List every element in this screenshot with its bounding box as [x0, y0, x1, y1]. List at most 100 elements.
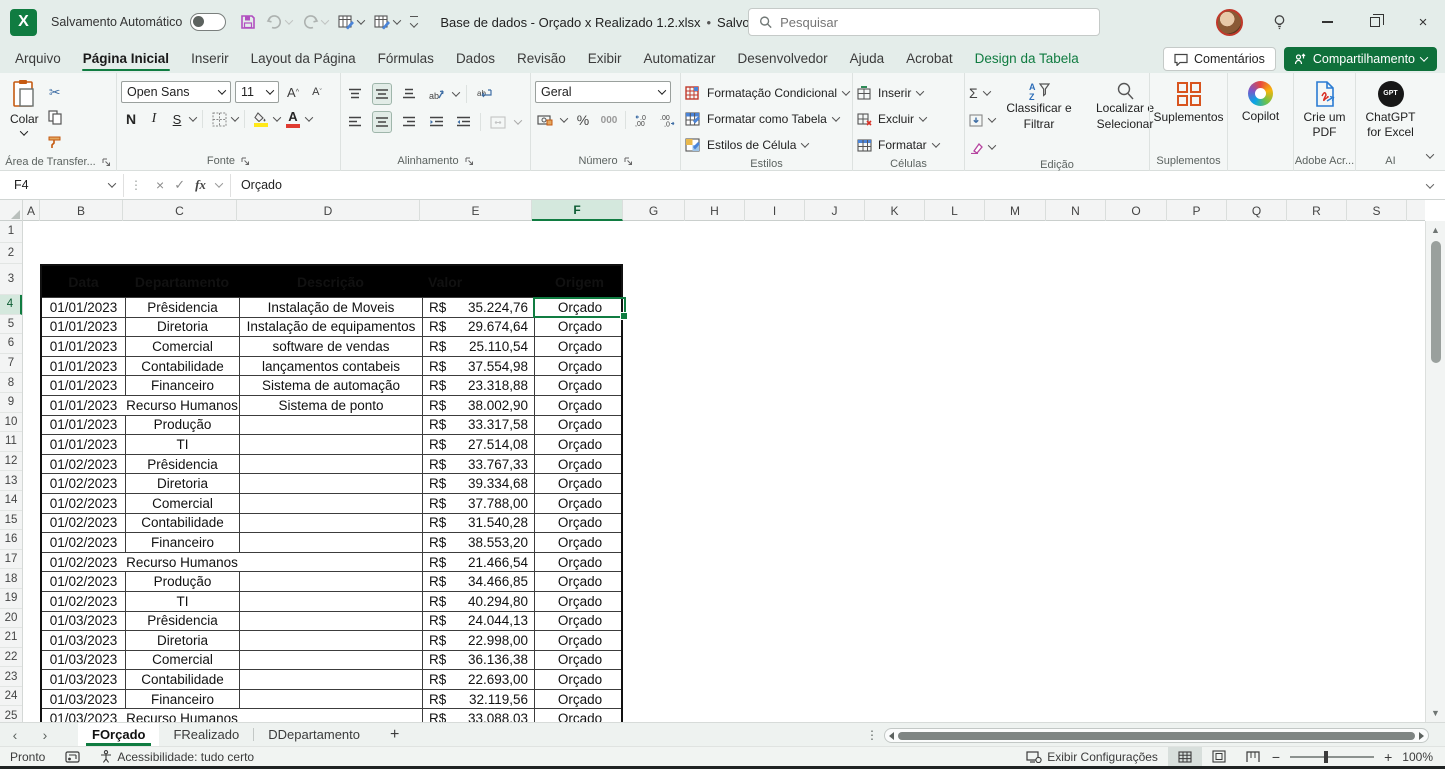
cell-date[interactable]: 01/02/2023: [42, 533, 125, 552]
cell-date[interactable]: 01/02/2023: [42, 514, 125, 533]
column-header-I[interactable]: I: [745, 200, 805, 221]
row-header-25[interactable]: 25: [0, 706, 22, 722]
cell-date[interactable]: 01/01/2023: [42, 435, 125, 454]
cell-date[interactable]: 01/02/2023: [42, 553, 125, 572]
cell-origin[interactable]: Orçado: [534, 357, 625, 376]
cell-description[interactable]: Sistema de automação: [239, 376, 422, 395]
cell-department[interactable]: Contabilidade: [125, 357, 239, 376]
comments-button[interactable]: Comentários: [1163, 47, 1276, 71]
close-button[interactable]: ×: [1401, 0, 1445, 44]
cell-value[interactable]: R$37.788,00: [422, 494, 534, 513]
cells-formatar-button[interactable]: Formatar: [857, 133, 939, 157]
align-center-button[interactable]: [372, 111, 392, 133]
number-format-select[interactable]: Geral: [535, 81, 671, 103]
cell-description[interactable]: [239, 651, 422, 670]
cell-origin[interactable]: Orçado: [534, 494, 625, 513]
cell-department[interactable]: Comercial: [125, 337, 239, 356]
scroll-right-arrow[interactable]: [1419, 732, 1424, 740]
expand-formula-bar-button[interactable]: [1415, 176, 1445, 194]
dialog-launcher-icon[interactable]: [465, 157, 474, 166]
row-header-13[interactable]: 13: [0, 471, 22, 491]
cell-origin[interactable]: Orçado: [534, 337, 625, 356]
table-style-quick-button[interactable]: [338, 14, 364, 30]
insert-function-button[interactable]: fx: [195, 177, 206, 193]
cell-description[interactable]: [239, 690, 422, 709]
row-header-11[interactable]: 11: [0, 432, 22, 452]
orientation-button[interactable]: ab: [426, 83, 446, 105]
cell-value[interactable]: R$27.514,08: [422, 435, 534, 454]
align-bottom-button[interactable]: [399, 83, 419, 105]
align-middle-button[interactable]: [372, 83, 392, 105]
ribbon-tab-arquivo[interactable]: Arquivo: [4, 44, 72, 73]
user-avatar[interactable]: [1216, 9, 1243, 36]
ribbon-tab-inserir[interactable]: Inserir: [180, 44, 240, 73]
underline-button[interactable]: S: [167, 108, 187, 130]
cell-origin[interactable]: Orçado: [534, 651, 625, 670]
column-header-R[interactable]: R: [1287, 200, 1347, 221]
format-painter-button[interactable]: [45, 131, 65, 153]
row-header-3[interactable]: 3: [0, 264, 22, 295]
column-header-S[interactable]: S: [1347, 200, 1407, 221]
column-header-P[interactable]: P: [1167, 200, 1227, 221]
cut-button[interactable]: ✂: [45, 81, 65, 103]
vertical-scrollbar[interactable]: ▲ ▼: [1425, 221, 1445, 722]
row-header-21[interactable]: 21: [0, 628, 22, 648]
bold-button[interactable]: N: [121, 108, 141, 130]
ribbon-tab-página-inicial[interactable]: Página Inicial: [72, 44, 180, 73]
ribbon-tab-acrobat[interactable]: Acrobat: [895, 44, 964, 73]
ribbon-tab-layout-da-página[interactable]: Layout da Página: [240, 44, 367, 73]
cell-department[interactable]: Diretoria: [125, 318, 239, 337]
cell-description[interactable]: [239, 612, 422, 631]
excel-app-icon[interactable]: X: [10, 9, 37, 36]
chevron-down-icon[interactable]: [560, 114, 568, 122]
next-sheet-arrow[interactable]: ›: [30, 727, 60, 743]
cell-origin[interactable]: Orçado: [534, 416, 625, 435]
row-header-17[interactable]: 17: [0, 550, 22, 570]
cell-origin[interactable]: Orçado: [534, 455, 625, 474]
chevron-down-icon[interactable]: [273, 113, 281, 121]
cell-origin[interactable]: Orçado: [534, 376, 625, 395]
cell-department[interactable]: TI: [125, 592, 239, 611]
enter-button[interactable]: ✓: [174, 177, 185, 193]
cell-origin[interactable]: Orçado: [534, 514, 625, 533]
row-header-23[interactable]: 23: [0, 667, 22, 687]
styles-estilos-de-célula-button[interactable]: Estilos de Célula: [685, 133, 808, 157]
formula-input[interactable]: [231, 178, 1415, 192]
fill-button[interactable]: [969, 108, 995, 132]
row-header-4[interactable]: 4: [0, 295, 22, 315]
row-header-9[interactable]: 9: [0, 393, 22, 413]
cell-origin[interactable]: Orçado: [534, 592, 625, 611]
namebox-splitter[interactable]: ⋮: [124, 178, 148, 192]
cell-department[interactable]: Recurso Humanos: [125, 553, 239, 572]
cell-department[interactable]: Prêsidencia: [125, 298, 239, 317]
restore-button[interactable]: [1353, 0, 1397, 44]
cell-value[interactable]: R$22.693,00: [422, 670, 534, 689]
sheet-tab-frealizado[interactable]: FRealizado: [159, 723, 253, 747]
row-header-12[interactable]: 12: [0, 452, 22, 472]
cell-date[interactable]: 01/02/2023: [42, 455, 125, 474]
cell-department[interactable]: Produção: [125, 416, 239, 435]
cell-origin[interactable]: Orçado: [534, 572, 625, 591]
cell-value[interactable]: R$40.294,80: [422, 592, 534, 611]
cell-description[interactable]: [239, 455, 422, 474]
ribbon-tab-automatizar[interactable]: Automatizar: [633, 44, 727, 73]
cell-department[interactable]: Contabilidade: [125, 670, 239, 689]
align-left-button[interactable]: [345, 111, 365, 133]
column-header-B[interactable]: B: [40, 200, 123, 221]
cell-department[interactable]: Contabilidade: [125, 514, 239, 533]
accounting-format-button[interactable]: [535, 109, 555, 131]
row-header-10[interactable]: 10: [0, 413, 22, 433]
cell-origin[interactable]: Orçado: [534, 396, 625, 415]
cell-department[interactable]: Comercial: [125, 494, 239, 513]
align-top-button[interactable]: [345, 83, 365, 105]
column-header-F[interactable]: F: [532, 200, 623, 221]
save-button[interactable]: [240, 14, 256, 30]
ribbon-tab-fórmulas[interactable]: Fórmulas: [367, 44, 445, 73]
cell-date[interactable]: 01/02/2023: [42, 474, 125, 493]
horizontal-scrollbar[interactable]: [884, 728, 1429, 743]
ribbon-tab-revisão[interactable]: Revisão: [506, 44, 577, 73]
cells-inserir-button[interactable]: Inserir: [857, 81, 923, 105]
undo-button[interactable]: [266, 15, 292, 30]
cell-department[interactable]: Recurso Humanos: [125, 709, 239, 722]
chevron-down-icon[interactable]: [189, 113, 197, 121]
